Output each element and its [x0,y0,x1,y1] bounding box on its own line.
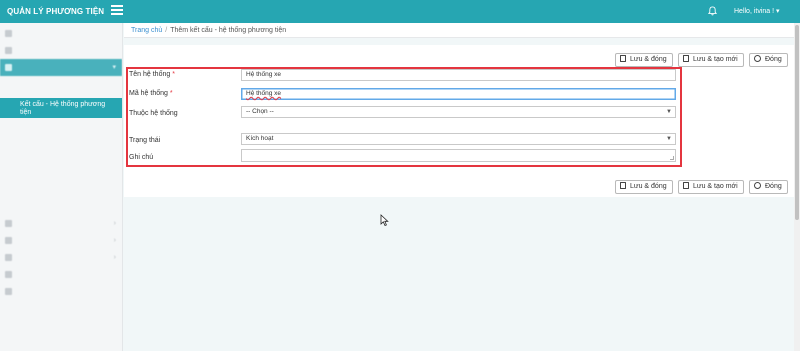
breadcrumb-current: Thêm kết cấu - hệ thống phương tiện [170,27,287,34]
note-textarea[interactable] [241,149,676,162]
close-circle-icon [754,54,761,62]
sidebar-item[interactable] [0,42,122,59]
chevron-down-icon: ▼ [666,109,672,115]
status-select[interactable]: Kích hoạt ▼ [241,133,676,145]
sidebar-subitem[interactable] [0,121,122,132]
caret-down-icon: ▾ [776,8,780,15]
user-greeting: Hello, itvina ! [734,8,775,15]
save-new-label: Lưu & tạo mới [693,183,738,190]
status-label: Trạng thái [129,137,161,144]
save-new-label: Lưu & tạo mới [693,56,738,63]
menu-icon [5,220,12,227]
close-button-bottom[interactable]: Đóng [749,180,788,194]
close-button[interactable]: Đóng [749,53,788,67]
name-label: Tên hệ thống * [129,71,175,78]
sidebar-subitem[interactable] [0,187,122,198]
save-new-button-bottom[interactable]: Lưu & tạo mới [678,180,744,194]
menu-icon [5,237,12,244]
close-circle-icon [754,181,761,189]
code-label-text: Mã hệ thống [129,90,168,97]
name-field-value: Hệ thống xe [246,71,282,78]
save-close-button-bottom[interactable]: Lưu & đóng [615,180,673,194]
breadcrumb-home-link[interactable]: Trang chủ [131,27,162,34]
sidebar-subitem[interactable] [0,76,122,87]
menu-icon [5,47,12,54]
top-navbar: QUẢN LÝ PHƯƠNG TIỆN Hello, itvina ! ▾ [0,0,800,23]
folder-icon [5,64,12,71]
mouse-pointer-icon [380,214,389,227]
chevron-right-icon: › [113,237,116,244]
name-field[interactable]: Hệ thống xe [241,69,676,81]
save-new-button[interactable]: Lưu & tạo mới [678,53,744,67]
chevron-right-icon: › [113,220,116,227]
breadcrumb: Trang chủ / Thêm kết cấu - hệ thống phương… [124,23,800,38]
code-field-value: Hệ thống xe [246,90,282,97]
sidebar-item[interactable]: › [0,215,122,232]
app-title[interactable]: QUẢN LÝ PHƯƠNG TIỆN [0,0,105,23]
sidebar-subitem[interactable] [0,132,122,143]
sidebar-subitem[interactable] [0,154,122,165]
sidebar-item-active[interactable]: Kết cấu - Hệ thống phương tiện [0,98,122,118]
required-mark: * [172,71,175,78]
hamburger-icon[interactable] [111,5,123,18]
sidebar-item[interactable] [0,283,122,300]
sidebar-item-expanded[interactable]: ▾ [0,59,122,76]
code-label: Mã hệ thống * [129,90,173,97]
parent-label: Thuộc hệ thống [129,110,178,117]
sidebar-item[interactable]: › [0,232,122,249]
sidebar-subitem[interactable] [0,198,122,209]
file-icon [683,54,689,62]
menu-icon [5,254,12,261]
sidebar-subitem[interactable] [0,143,122,154]
save-close-label: Lưu & đóng [630,56,667,63]
sidebar: ▾ Kết cấu - Hệ thống phương tiện › › › [0,23,123,351]
menu-icon [5,271,12,278]
name-label-text: Tên hệ thống [129,71,171,78]
file-icon [620,54,626,62]
sidebar-item[interactable] [0,266,122,283]
save-close-label: Lưu & đóng [630,183,667,190]
parent-select[interactable]: -- Chọn -- ▼ [241,106,676,118]
breadcrumb-separator: / [165,27,168,34]
bell-icon[interactable] [708,6,717,16]
sidebar-item[interactable] [0,25,122,42]
dashboard-icon [5,30,12,37]
user-menu[interactable]: Hello, itvina ! ▾ [734,0,780,23]
file-icon [683,181,689,189]
file-icon [620,181,626,189]
chevron-down-icon: ▾ [112,64,116,71]
chevron-right-icon: › [113,254,116,261]
note-label: Ghi chú [129,154,154,161]
chevron-down-icon: ▼ [666,136,672,142]
sidebar-item[interactable]: › [0,249,122,266]
parent-select-value: -- Chọn -- [246,108,274,115]
sidebar-subitem[interactable] [0,176,122,187]
sidebar-subitem[interactable] [0,87,122,98]
close-label: Đóng [765,183,782,190]
close-label: Đóng [765,56,782,63]
required-mark: * [169,90,173,97]
resize-handle-icon[interactable] [670,156,674,160]
page-scrollbar[interactable] [794,23,800,351]
menu-icon [5,288,12,295]
save-close-button[interactable]: Lưu & đóng [615,53,673,67]
status-select-value: Kích hoạt [246,135,274,142]
scrollbar-thumb[interactable] [795,25,799,220]
sidebar-subitem[interactable] [0,165,122,176]
code-field[interactable]: Hệ thống xe [241,88,676,100]
